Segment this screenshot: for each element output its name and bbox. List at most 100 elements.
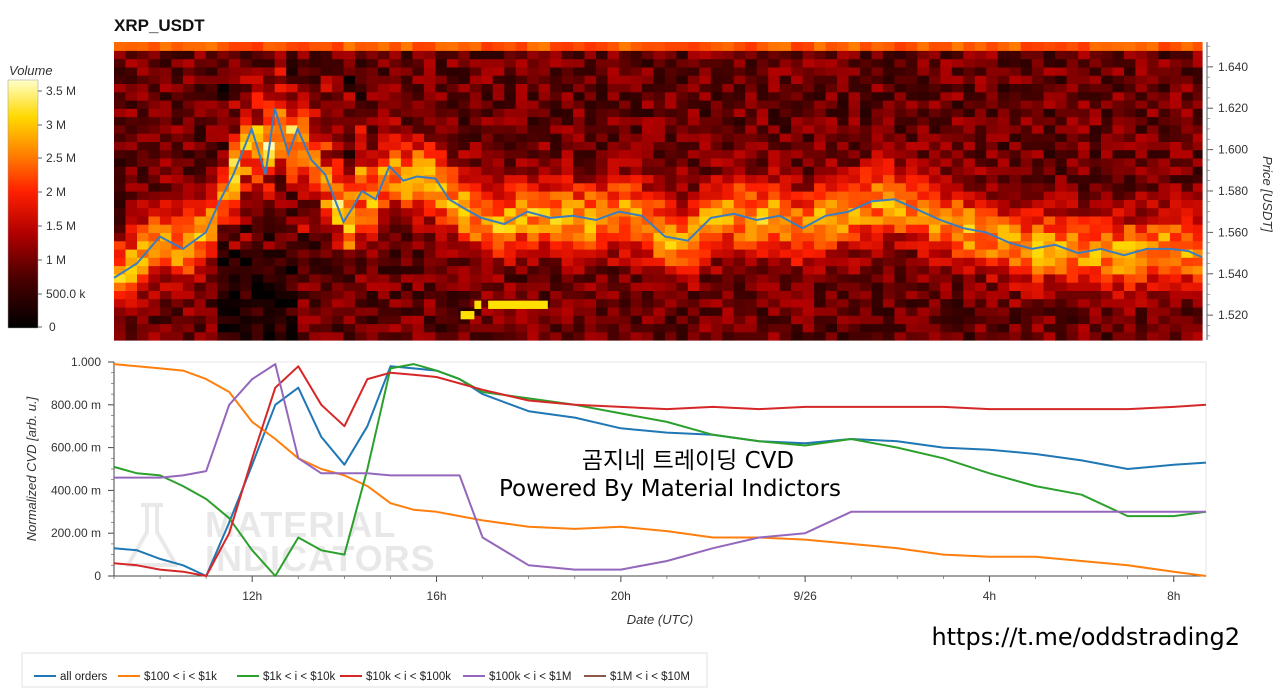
legend-label[interactable]: $1k < i < $10k — [263, 671, 335, 683]
heatmap-cell — [205, 323, 218, 333]
heatmap-cell — [504, 174, 517, 184]
heatmap-cell — [446, 232, 459, 242]
heatmap-cell — [309, 265, 322, 275]
heatmap-cell — [940, 58, 953, 68]
heatmap-cell — [412, 133, 425, 142]
legend-label[interactable]: $1M < i < $10M — [610, 671, 690, 683]
heatmap-cell — [286, 108, 299, 118]
heatmap-cell — [561, 166, 574, 176]
heatmap-cell — [630, 306, 643, 316]
heatmap-cell — [860, 157, 873, 167]
heatmap-cell — [664, 174, 677, 184]
heatmap-cell — [768, 282, 781, 291]
cvd-y-tick-label: 200.00 m — [51, 526, 101, 540]
heatmap-cell — [481, 182, 494, 192]
heatmap-cell — [412, 248, 425, 258]
heatmap-cell — [159, 66, 172, 76]
heatmap-cell — [963, 199, 976, 209]
heatmap-cell — [309, 133, 322, 142]
heatmap-cell — [343, 99, 356, 109]
heatmap-cell — [182, 91, 195, 101]
heatmap-cell — [791, 257, 804, 267]
heatmap-cell — [332, 99, 345, 109]
heatmap-cell — [286, 273, 299, 283]
heatmap-cell — [917, 157, 930, 167]
heatmap-cell — [148, 224, 161, 233]
heatmap-cell — [802, 199, 815, 209]
heatmap-cell — [240, 58, 253, 68]
heatmap-cell — [378, 108, 391, 118]
heatmap-cell — [194, 149, 207, 159]
heatmap-cell — [366, 282, 379, 291]
heatmap-cell — [573, 323, 586, 333]
heatmap-cell — [641, 248, 654, 258]
heatmap-cell — [1020, 273, 1033, 283]
heatmap-cell — [814, 141, 827, 151]
heatmap-cell — [1032, 224, 1045, 233]
heatmap-cell — [1101, 232, 1114, 242]
price-tick-label: 1.520 — [1218, 308, 1248, 322]
heatmap-cell — [125, 248, 138, 258]
legend-label[interactable]: $100 < i < $1k — [144, 671, 217, 683]
heatmap-cell — [435, 42, 448, 51]
legend-label[interactable]: $10k < i < $100k — [366, 671, 451, 683]
heatmap-cell — [756, 282, 769, 291]
heatmap-cell — [125, 331, 138, 341]
heatmap-cell — [1078, 265, 1091, 275]
heatmap-cell — [274, 91, 287, 101]
heatmap-cell — [1078, 157, 1091, 167]
heatmap-cell — [745, 248, 758, 258]
heatmap-cell — [641, 191, 654, 200]
heatmap-cell — [458, 91, 471, 101]
heatmap-cell — [159, 42, 172, 51]
heatmap-cell — [837, 298, 850, 308]
heatmap-cell — [389, 290, 402, 300]
heatmap-cell — [355, 66, 368, 76]
heatmap-cell — [664, 315, 677, 325]
legend-label[interactable]: all orders — [60, 671, 108, 683]
heatmap-cell — [1101, 257, 1114, 267]
heatmap-cell — [435, 149, 448, 159]
heatmap-cell — [596, 42, 609, 51]
heatmap-cell — [412, 42, 425, 51]
heatmap-cell — [699, 133, 712, 142]
heatmap-cell — [1089, 306, 1102, 316]
heatmap-cell — [148, 50, 161, 60]
heatmap-cell — [205, 66, 218, 76]
heatmap-cell — [435, 265, 448, 275]
heatmap-cell — [481, 91, 494, 101]
legend-label[interactable]: $100k < i < $1M — [489, 671, 571, 683]
heatmap-cell — [217, 315, 230, 325]
heatmap-cell — [446, 306, 459, 316]
heatmap-cell — [940, 133, 953, 142]
heatmap-cell — [791, 182, 804, 192]
heatmap-cell — [951, 116, 964, 126]
heatmap-cell — [894, 157, 907, 167]
heatmap-cell — [446, 50, 459, 60]
heatmap-cell — [320, 273, 333, 283]
heatmap-cell — [148, 273, 161, 283]
heatmap-cell — [860, 58, 873, 68]
heatmap-cell — [492, 66, 505, 76]
heatmap-cell — [1078, 199, 1091, 209]
heatmap-cell — [228, 315, 241, 325]
heatmap-cell — [378, 282, 391, 291]
heatmap-cell — [664, 282, 677, 291]
heatmap-cell — [1089, 91, 1102, 101]
heatmap-cell — [538, 50, 551, 60]
heatmap-cell — [1043, 282, 1056, 291]
heatmap-cell — [814, 116, 827, 126]
heatmap-cell — [997, 257, 1010, 267]
heatmap-cell — [412, 108, 425, 118]
heatmap-cell — [664, 199, 677, 209]
heatmap-cell — [137, 273, 150, 283]
heatmap-cell — [412, 331, 425, 341]
heatmap-cell — [1020, 232, 1033, 242]
heatmap-cell — [664, 124, 677, 134]
heatmap-cell — [848, 124, 861, 134]
heatmap-cell — [848, 265, 861, 275]
heatmap-cell — [791, 174, 804, 184]
heatmap-cell — [905, 232, 918, 242]
heatmap-cell — [963, 50, 976, 60]
heatmap-cell — [722, 133, 735, 142]
